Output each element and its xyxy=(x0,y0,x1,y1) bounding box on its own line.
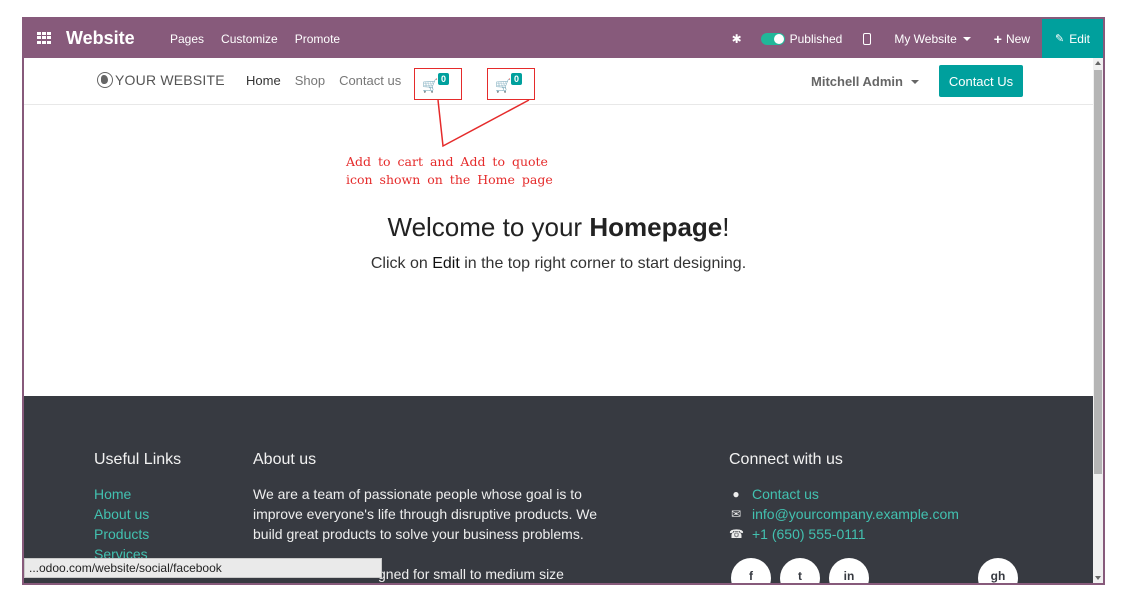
comment-icon: ● xyxy=(732,487,740,501)
useful-links-heading: Useful Links xyxy=(94,451,182,468)
scroll-up-icon[interactable] xyxy=(1095,61,1101,65)
twitter-icon[interactable]: t xyxy=(780,558,820,583)
footer-link-products[interactable]: Products xyxy=(94,524,181,544)
hero-subtitle: Click on Edit in the top right corner to… xyxy=(24,255,1093,273)
facebook-icon[interactable]: f xyxy=(731,558,771,583)
footer-link-home[interactable]: Home xyxy=(94,484,181,504)
about-text: We are a team of passionate people whose… xyxy=(253,486,598,542)
connect-contact-label: Contact us xyxy=(752,486,819,502)
footer-connect: Connect with us ● Contact us ✉ info@yourco… xyxy=(729,451,959,544)
connect-heading: Connect with us xyxy=(729,451,843,468)
connect-email-label: info@yourcompany.example.com xyxy=(752,506,959,522)
linkedin-icon[interactable]: in xyxy=(829,558,869,583)
site-footer: Useful Links Home About us Products Serv… xyxy=(24,396,1093,583)
scroll-thumb[interactable] xyxy=(1094,70,1102,474)
phone-icon: ☎ xyxy=(729,527,744,541)
hero-sub-suffix: in the top right corner to start designi… xyxy=(459,255,747,272)
useful-links-list: Home About us Products Services xyxy=(94,484,181,564)
hero-sub-prefix: Click on xyxy=(370,255,433,272)
connect-phone[interactable]: ☎ +1 (650) 555-0111 xyxy=(729,524,959,544)
annotation-line xyxy=(437,99,530,148)
hero-title-suffix: ! xyxy=(722,212,730,242)
annotation-line-1: Add to cart and Add to quote xyxy=(346,154,548,169)
about-heading: About us xyxy=(253,451,317,468)
footer-link-about[interactable]: About us xyxy=(94,504,181,524)
envelope-icon: ✉ xyxy=(730,507,742,521)
scroll-down-icon[interactable] xyxy=(1095,576,1101,580)
annotation-arrows xyxy=(437,99,530,148)
page-scrollbar[interactable] xyxy=(1093,58,1103,583)
hero-sub-bold: Edit xyxy=(432,255,460,272)
connect-contact-us[interactable]: ● Contact us xyxy=(729,484,959,504)
annotation-text: Add to cart and Add to quote icon shown … xyxy=(346,153,553,189)
connect-list: ● Contact us ✉ info@yourcompany.example.co… xyxy=(729,484,959,544)
github-icon[interactable]: gh xyxy=(978,558,1018,583)
hero-title: Welcome to your Homepage! xyxy=(24,212,1093,243)
annotation-line-2: icon shown on the Home page xyxy=(346,172,553,187)
browser-status-bar: ...odoo.com/website/social/facebook xyxy=(24,558,382,578)
browser-frame: Website Pages Customize Promote ✱ Publis… xyxy=(22,17,1105,585)
connect-email[interactable]: ✉ info@yourcompany.example.com xyxy=(729,504,959,524)
connect-phone-label: +1 (650) 555-0111 xyxy=(752,526,866,542)
footer-useful-links: Useful Links Home About us Products Serv… xyxy=(94,451,181,564)
hero-title-bold: Homepage xyxy=(589,212,723,242)
hero-title-prefix: Welcome to your xyxy=(387,212,590,242)
